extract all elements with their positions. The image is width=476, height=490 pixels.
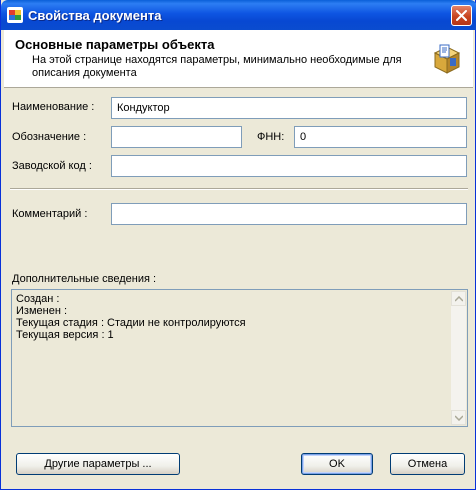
- fnn-label: ФНН:: [257, 131, 285, 143]
- close-button[interactable]: [451, 5, 472, 26]
- scroll-up-button[interactable]: [451, 291, 466, 306]
- chevron-down-icon: [455, 415, 463, 421]
- close-icon: [456, 10, 467, 21]
- info-line: Текущая версия : 1: [16, 329, 114, 341]
- info-line: Текущая стадия : Стадии не контролируютс…: [16, 317, 246, 329]
- name-field[interactable]: [111, 97, 467, 119]
- properties-dialog: Свойства документа Основные параметры об…: [0, 0, 476, 490]
- box-with-document-icon: [433, 44, 461, 74]
- info-line: Изменен :: [16, 305, 68, 317]
- factory-code-field[interactable]: [111, 155, 467, 177]
- info-label: Дополнительные сведения :: [12, 273, 157, 285]
- designation-field[interactable]: [111, 126, 242, 148]
- window-title: Свойства документа: [28, 8, 162, 23]
- fnn-field[interactable]: [294, 126, 467, 148]
- info-textarea[interactable]: Создан : Изменен : Текущая стадия : Стад…: [11, 289, 468, 427]
- vertical-scrollbar[interactable]: [451, 291, 466, 425]
- cancel-button[interactable]: Отмена: [390, 453, 465, 475]
- header-description: На этой странице находятся параметры, ми…: [32, 54, 402, 79]
- designation-label: Обозначение :: [12, 131, 87, 143]
- info-lines: Создан : Изменен : Текущая стадия : Стад…: [16, 293, 246, 341]
- factory-code-label: Заводской код :: [12, 160, 92, 172]
- header-title: Основные параметры объекта: [15, 37, 215, 52]
- other-parameters-button[interactable]: Другие параметры ...: [16, 453, 180, 475]
- app-icon: [7, 7, 23, 23]
- dialog-header: Основные параметры объекта На этой стран…: [4, 30, 473, 88]
- info-line: Создан :: [16, 293, 60, 305]
- ok-button[interactable]: OK: [301, 453, 373, 475]
- separator: [10, 188, 468, 190]
- comment-label: Комментарий :: [12, 208, 88, 220]
- name-label: Наименование :: [12, 101, 95, 113]
- title-bar[interactable]: Свойства документа: [1, 0, 476, 30]
- comment-field[interactable]: [111, 203, 467, 225]
- scroll-down-button[interactable]: [451, 410, 466, 425]
- chevron-up-icon: [455, 296, 463, 302]
